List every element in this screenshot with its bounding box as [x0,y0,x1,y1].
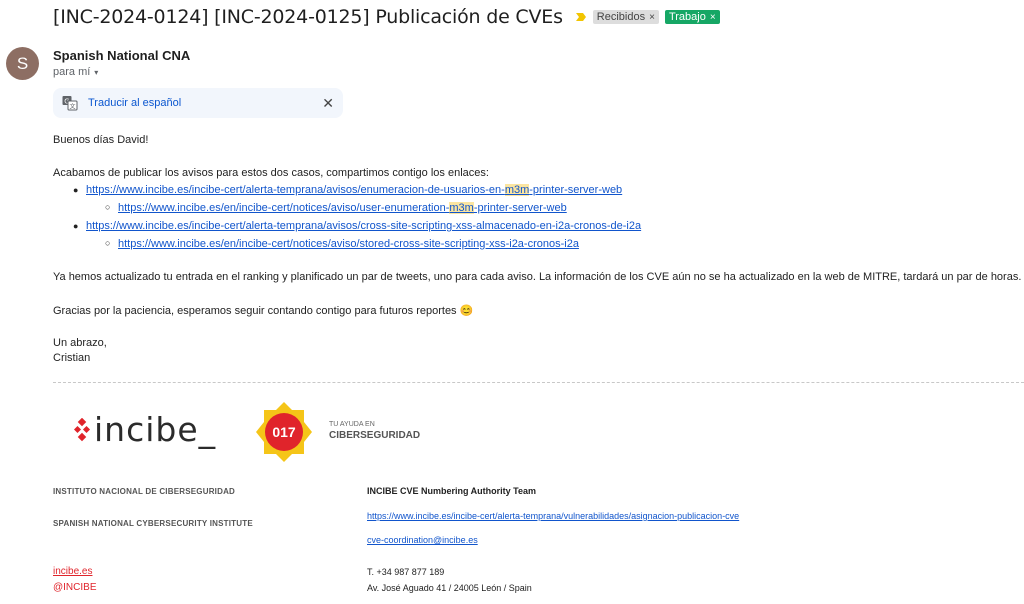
cve-assignment-link[interactable]: https://www.incibe.es/incibe-cert/alerta… [367,511,739,521]
update-text: Ya hemos actualizado tu entrada en el ra… [53,271,1022,283]
subject-title: [INC-2024-0124] [INC-2024-0125] Publicac… [53,6,563,28]
postal-address: Av. José Aguado 41 / 24005 León / Spain [367,583,532,593]
incibe-logo: incibe_ [74,410,244,449]
svg-text:文: 文 [69,102,75,110]
phone-number: T. +34 987 877 189 [367,567,445,577]
team-name: INCIBE CVE Numbering Authority Team [367,486,537,496]
bullet-circle: ○ [105,238,111,248]
link-aviso-2-es-anchor[interactable]: https://www.incibe.es/incibe-cert/alerta… [86,220,641,232]
translate-bar: G 文 Traducir al español ✕ [53,88,343,118]
link-aviso-1-es-anchor[interactable]: https://www.incibe.es/incibe-cert/alerta… [86,184,622,196]
recipient-line: para mí ▾ [53,66,98,78]
tagline-bottom: CIBERSEGURIDAD [329,430,421,441]
sender-name[interactable]: Spanish National CNA [53,48,190,63]
label-trabajo[interactable]: Trabajo × [664,10,720,24]
signer-name: Cristian [53,352,91,364]
label-recibidos[interactable]: Recibidos × [592,10,659,24]
institute-name-en: SPANISH NATIONAL CYBERSECURITY INSTITUTE [53,519,253,528]
badge-017-icon: 017 [256,402,312,462]
bullet-circle: ○ [105,202,111,212]
institute-name-es: INSTITUTO NACIONAL DE CIBERSEGURIDAD [53,487,236,496]
incibe-diamond-icon [74,418,91,442]
badge-number: 017 [272,424,296,440]
twitter-handle[interactable]: @INCIBE [53,582,97,593]
closing-text: Un abrazo, [53,337,107,349]
link-aviso-1-es[interactable]: https://www.incibe.es/incibe-cert/alerta… [86,184,622,196]
sender-avatar[interactable]: S [6,47,39,80]
important-marker-icon[interactable] [575,11,587,23]
link-aviso-2-en-anchor[interactable]: https://www.incibe.es/en/incibe-cert/not… [118,238,579,250]
smiley-emoji-icon: 😊 [459,305,474,317]
bullet-dot: ● [73,221,79,231]
translate-icon: G 文 [62,96,78,111]
avatar-letter: S [16,53,29,73]
show-details-chevron-icon[interactable]: ▾ [94,68,98,77]
signature-divider [53,382,1024,383]
label-recibidos-text: Recibidos [596,11,646,23]
incibe-logo-text: incibe_ [94,410,217,449]
link-aviso-2-es[interactable]: https://www.incibe.es/incibe-cert/alerta… [86,220,641,232]
close-translate-icon[interactable]: ✕ [322,95,334,112]
remove-label-recibidos-icon[interactable]: × [649,12,655,23]
thanks-line: Gracias por la paciencia, esperamos segu… [53,304,473,317]
cve-coordination-email[interactable]: cve-coordination@incibe.es [367,535,478,545]
link-aviso-1-en[interactable]: https://www.incibe.es/en/incibe-cert/not… [118,202,567,214]
link-aviso-1-en-anchor[interactable]: https://www.incibe.es/en/incibe-cert/not… [118,202,567,214]
tagline-top: TU AYUDA EN [329,421,375,428]
link-aviso-2-en[interactable]: https://www.incibe.es/en/incibe-cert/not… [118,238,579,250]
thanks-text: Gracias por la paciencia, esperamos segu… [53,305,457,317]
label-trabajo-text: Trabajo [668,11,706,23]
remove-label-trabajo-icon[interactable]: × [710,12,716,23]
email-subject: [INC-2024-0124] [INC-2024-0125] Publicac… [53,6,720,28]
website-link[interactable]: incibe.es [53,566,92,577]
intro-text: Acabamos de publicar los avisos para est… [53,167,489,179]
bullet-dot: ● [73,185,79,195]
recipient-text: para mí [53,66,91,78]
translate-link[interactable]: Traducir al español [88,97,181,109]
greeting: Buenos días David! [53,134,149,146]
